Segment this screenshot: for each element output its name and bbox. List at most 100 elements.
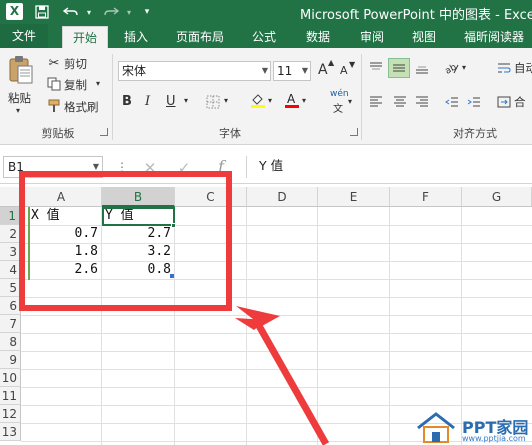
tab-foxit-reader[interactable]: 福昕阅读器 xyxy=(456,26,532,48)
gridline xyxy=(21,315,532,316)
fill-color-dropdown-icon[interactable]: ▾ xyxy=(268,96,272,105)
tab-view[interactable]: 视图 xyxy=(404,26,444,48)
phonetic-button[interactable]: wén xyxy=(330,89,349,99)
row-header-10[interactable]: 10 xyxy=(0,369,21,387)
copy-icon xyxy=(46,76,62,92)
row-header-12[interactable]: 12 xyxy=(0,405,21,423)
clipboard-group-label: 剪贴板 xyxy=(41,127,75,140)
grow-arrow-icon: ▲ xyxy=(328,58,335,67)
highlight-box xyxy=(19,171,232,311)
tab-home[interactable]: 开始 xyxy=(62,26,108,48)
phonetic-sub: 文 xyxy=(333,104,343,115)
shrink-font-button[interactable]: A xyxy=(340,64,348,77)
paste-dropdown-icon[interactable]: ▾ xyxy=(16,106,20,115)
undo-icon[interactable] xyxy=(60,2,82,22)
merge-center-icon[interactable] xyxy=(496,94,512,110)
row-header-4[interactable]: 4 xyxy=(0,261,21,279)
row-header-3[interactable]: 3 xyxy=(0,243,21,261)
window-title: Microsoft PowerPoint 中的图表 - Excel xyxy=(300,8,532,23)
copy-button[interactable]: 复制 xyxy=(64,77,87,93)
save-icon[interactable] xyxy=(32,2,52,22)
formula-input[interactable]: Y 值 xyxy=(246,156,532,178)
wrap-text-button[interactable]: 自动 xyxy=(514,60,532,76)
paste-button[interactable]: 粘贴 xyxy=(8,90,31,106)
copy-dropdown-icon[interactable]: ▾ xyxy=(96,79,100,88)
font-launcher-icon[interactable] xyxy=(350,128,358,136)
paste-icon[interactable] xyxy=(8,55,34,85)
merge-button[interactable]: 合 xyxy=(514,94,526,110)
scissors-icon: ✂ xyxy=(48,55,60,71)
tab-page-layout[interactable]: 页面布局 xyxy=(168,26,232,48)
row-header-5[interactable]: 5 xyxy=(0,279,21,297)
underline-dropdown-icon[interactable]: ▾ xyxy=(184,96,188,105)
cut-button[interactable]: 剪切 xyxy=(64,56,87,72)
font-size-combo[interactable]: 11 ▼ xyxy=(273,61,311,81)
row-header-11[interactable]: 11 xyxy=(0,387,21,405)
phonetic-dropdown-icon[interactable]: ▾ xyxy=(348,97,352,106)
undo-dropdown-icon[interactable]: ▾ xyxy=(84,2,94,22)
redo-icon[interactable] xyxy=(100,2,122,22)
row-header-6[interactable]: 6 xyxy=(0,297,21,315)
align-middle-icon[interactable] xyxy=(388,58,410,78)
group-divider xyxy=(112,54,113,140)
column-header-e[interactable]: E xyxy=(318,187,390,207)
font-name-value: 宋体 xyxy=(122,64,147,78)
row-header-2[interactable]: 2 xyxy=(0,225,21,243)
row-header-7[interactable]: 7 xyxy=(0,315,21,333)
chevron-down-icon[interactable]: ▼ xyxy=(302,62,308,80)
borders-icon[interactable] xyxy=(205,94,221,110)
ribbon-tabs: 文件 开始 插入 页面布局 公式 数据 审阅 视图 福昕阅读器 xyxy=(0,24,532,48)
house-logo-icon xyxy=(417,412,455,443)
align-top-icon[interactable] xyxy=(368,60,384,76)
tab-review[interactable]: 审阅 xyxy=(352,26,392,48)
decrease-indent-icon[interactable] xyxy=(444,94,460,110)
ribbon: 粘贴 ▾ ✂ 剪切 复制 ▾ 格式刷 剪贴板 宋体 ▼ 11 ▼ A ▲ A ▼… xyxy=(0,48,532,145)
clipboard-launcher-icon[interactable] xyxy=(100,128,108,136)
column-header-d[interactable]: D xyxy=(247,187,318,207)
wrap-text-icon[interactable] xyxy=(496,60,512,76)
gridline xyxy=(21,333,532,334)
chevron-down-icon[interactable]: ▼ xyxy=(262,62,268,80)
align-bottom-icon[interactable] xyxy=(414,60,430,76)
watermark: PPT家园 www.pptjia.com xyxy=(412,410,532,445)
gridline xyxy=(21,351,532,352)
increase-indent-icon[interactable] xyxy=(466,94,482,110)
column-header-f[interactable]: F xyxy=(390,187,462,207)
gridline xyxy=(21,405,532,406)
format-painter-button[interactable]: 格式刷 xyxy=(64,99,99,115)
gridline xyxy=(21,369,532,370)
row-header-1[interactable]: 1 xyxy=(0,207,21,225)
grow-font-button[interactable]: A xyxy=(318,62,328,78)
borders-dropdown-icon[interactable]: ▾ xyxy=(224,96,228,105)
row-header-13[interactable]: 13 xyxy=(0,423,21,441)
title-bar: X ▾ ▾ ▾ Microsoft PowerPoint 中的图表 - Exce… xyxy=(0,0,532,24)
row-header-8[interactable]: 8 xyxy=(0,333,21,351)
underline-button[interactable]: U xyxy=(166,94,176,109)
format-painter-icon xyxy=(46,98,62,114)
group-divider xyxy=(361,54,362,140)
font-color-dropdown-icon[interactable]: ▾ xyxy=(302,96,306,105)
watermark-url: www.pptjia.com xyxy=(462,434,526,443)
orientation-icon[interactable]: ab xyxy=(444,60,460,76)
italic-button[interactable]: I xyxy=(145,94,150,109)
excel-logo-icon: X xyxy=(6,3,23,20)
align-left-icon[interactable] xyxy=(368,94,384,110)
customize-quick-access-icon[interactable]: ▾ xyxy=(140,2,154,22)
font-name-combo[interactable]: 宋体 ▼ xyxy=(118,61,271,81)
redo-dropdown-icon[interactable]: ▾ xyxy=(124,2,134,22)
row-header-9[interactable]: 9 xyxy=(0,351,21,369)
gridline xyxy=(21,387,532,388)
align-right-icon[interactable] xyxy=(414,94,430,110)
orientation-dropdown-icon[interactable]: ▾ xyxy=(462,63,466,72)
select-all-corner[interactable] xyxy=(0,187,21,207)
tab-data[interactable]: 数据 xyxy=(298,26,338,48)
font-color-icon[interactable]: A xyxy=(284,92,300,108)
fill-color-icon[interactable] xyxy=(250,92,266,108)
tab-file[interactable]: 文件 xyxy=(0,24,48,48)
alignment-group-label: 对齐方式 xyxy=(453,127,497,140)
tab-insert[interactable]: 插入 xyxy=(116,26,156,48)
bold-button[interactable]: B xyxy=(122,94,132,109)
column-header-g[interactable]: G xyxy=(462,187,532,207)
align-center-icon[interactable] xyxy=(392,94,408,110)
tab-formulas[interactable]: 公式 xyxy=(244,26,284,48)
